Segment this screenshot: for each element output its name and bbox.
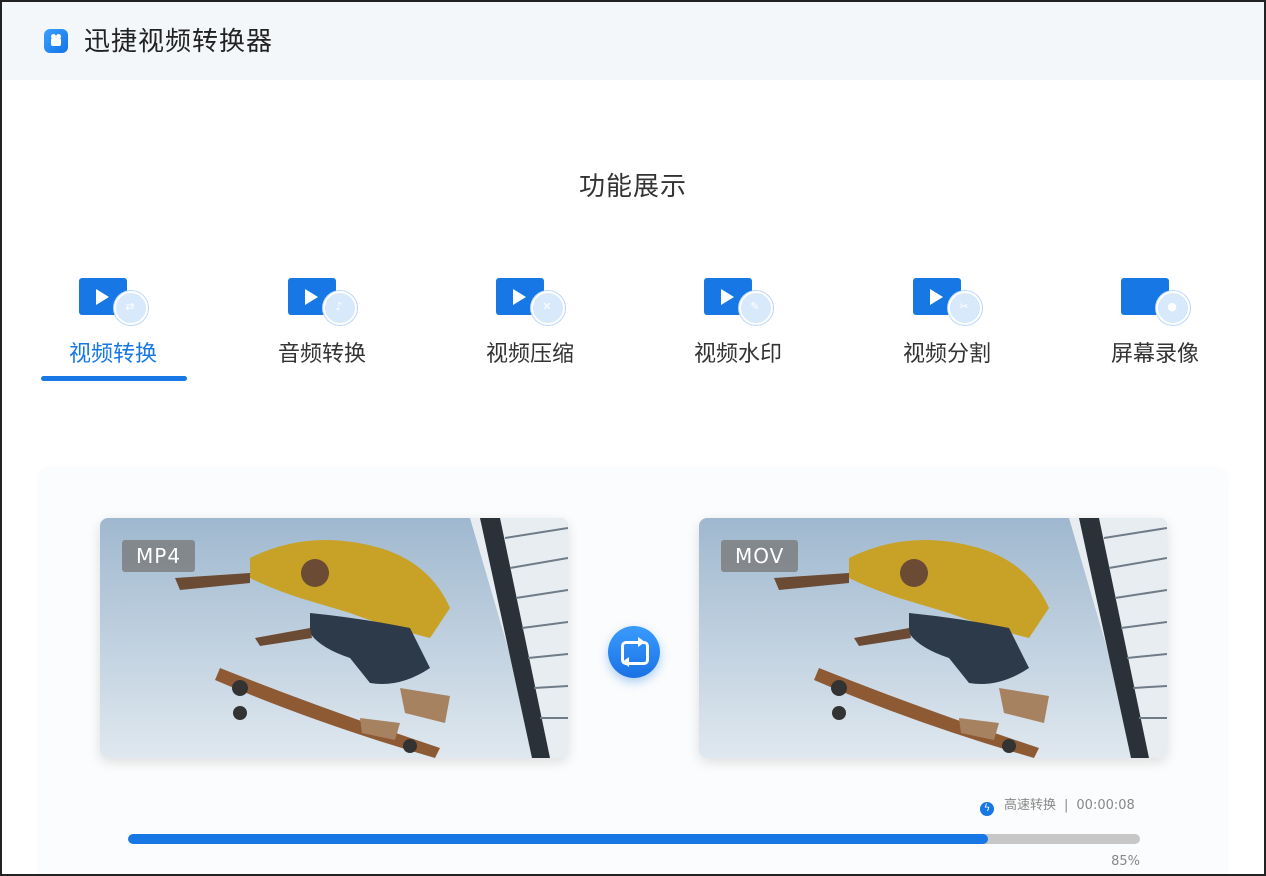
convert-button[interactable] — [608, 626, 660, 678]
video-compress-icon: ✕ — [496, 275, 565, 325]
tab-audio-convert[interactable]: ♪ 音频转换 — [242, 270, 402, 382]
tab-video-split[interactable]: ✂ 视频分割 — [867, 270, 1027, 382]
tab-video-convert[interactable]: ⇄ 视频转换 — [33, 270, 193, 382]
tab-label: 音频转换 — [277, 342, 366, 367]
tab-video-compress[interactable]: ✕ 视频压缩 — [450, 270, 610, 382]
app-title: 迅捷视频转换器 — [84, 27, 274, 57]
tab-label: 视频压缩 — [485, 342, 574, 367]
tab-label: 屏幕录像 — [1110, 342, 1199, 367]
audio-convert-icon: ♪ — [288, 275, 357, 325]
tab-label: 视频转换 — [68, 342, 157, 367]
progress-bar-fill — [128, 834, 989, 844]
tab-screen-record[interactable]: ● 屏幕录像 — [1075, 270, 1235, 382]
tab-label: 视频分割 — [902, 342, 991, 367]
tab-video-watermark[interactable]: ✎ 视频水印 — [658, 270, 818, 382]
screen-record-icon: ● — [1121, 275, 1190, 325]
source-format-tag: MP4 — [122, 540, 196, 572]
elapsed-time: 00:00:08 — [1076, 798, 1135, 813]
lightning-icon: ϟ — [980, 802, 994, 816]
status-separator: | — [1064, 798, 1069, 813]
target-video-preview: MOV — [699, 518, 1167, 758]
target-format-tag: MOV — [721, 540, 799, 572]
section-title: 功能展示 — [578, 172, 687, 202]
video-watermark-icon: ✎ — [704, 275, 773, 325]
progress-percent: 85% — [1111, 854, 1140, 869]
video-convert-icon: ⇄ — [79, 275, 148, 325]
conversion-status: ϟ 高速转换 | 00:00:08 — [980, 794, 1135, 816]
app-window: 迅捷视频转换器 功能展示 ⇄ 视频转换 ♪ 音频转换 ✕ 视频压缩 ✎ 视频水印 — [0, 0, 1266, 876]
active-tab-underline — [41, 376, 187, 381]
title-bar: 迅捷视频转换器 — [2, 2, 1264, 80]
source-video-preview: MP4 — [100, 518, 568, 758]
tab-label: 视频水印 — [693, 342, 782, 367]
video-split-icon: ✂ — [913, 275, 982, 325]
speed-mode-label: 高速转换 — [1004, 798, 1057, 813]
camera-logo-icon — [44, 29, 68, 53]
progress-bar — [128, 834, 1140, 844]
